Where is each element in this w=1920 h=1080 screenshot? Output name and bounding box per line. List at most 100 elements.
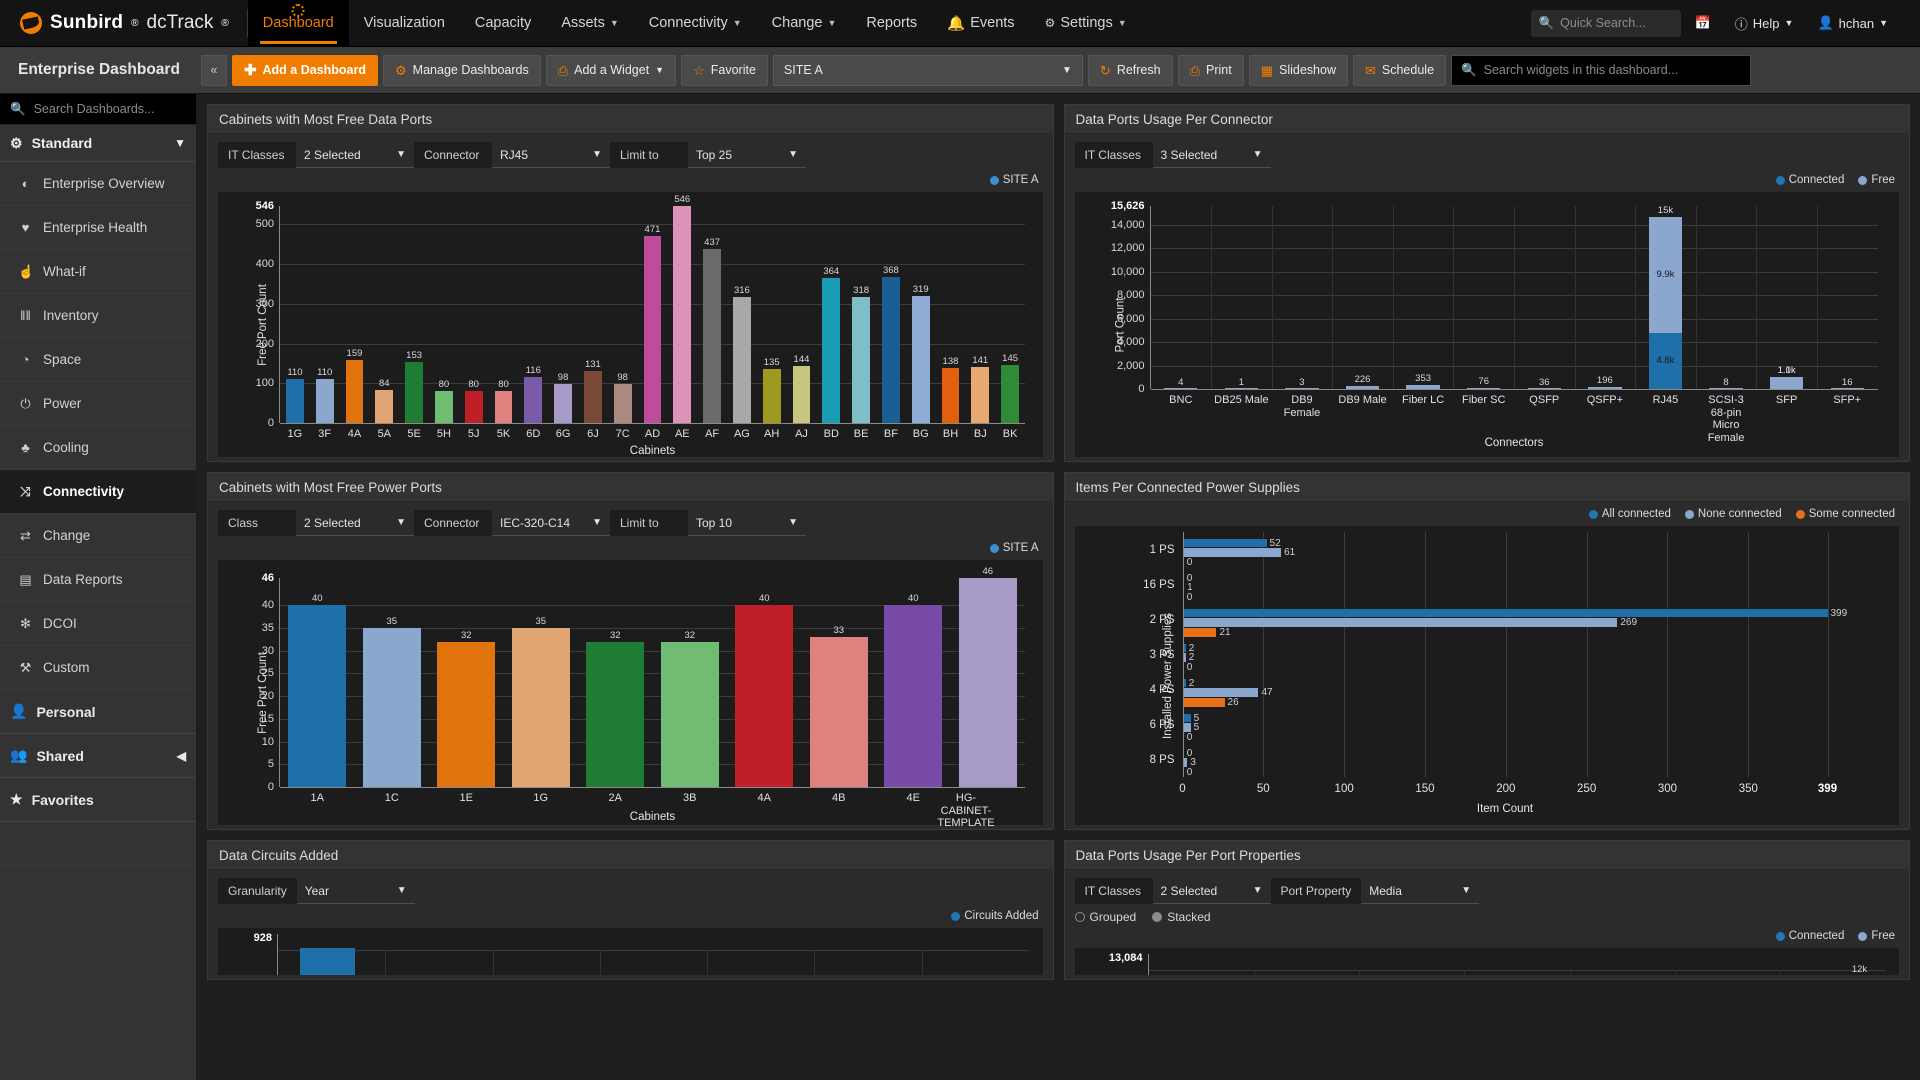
chart-bar[interactable] — [1182, 538, 1267, 547]
chart-bar[interactable] — [1345, 386, 1380, 389]
filter-select[interactable]: IEC-320-C14 ▼ — [492, 510, 610, 536]
chart-bar[interactable] — [911, 296, 930, 423]
chart-bar[interactable] — [1164, 388, 1198, 389]
filter-select[interactable]: 2 Selected ▼ — [296, 510, 414, 536]
chart-bar[interactable] — [1224, 388, 1259, 389]
sidebar-item-favorites[interactable]: ★ Favorites — [0, 778, 196, 822]
chart-bar[interactable] — [762, 369, 781, 423]
chart-bar[interactable] — [732, 297, 751, 423]
brand-logo[interactable]: Sunbird ® dcTrack ® — [0, 12, 247, 34]
filter-select[interactable]: RJ45 ▼ — [492, 142, 610, 168]
sidebar-item-shared[interactable]: 👥 Shared ◀ — [0, 734, 196, 778]
user-menu[interactable]: 👤 hchan ▼ — [1807, 15, 1898, 31]
nav-item-visualization[interactable]: Visualization — [349, 0, 460, 47]
chart-bar[interactable] — [1527, 388, 1561, 389]
quick-search-input[interactable]: 🔍 Quick Search... — [1530, 9, 1681, 37]
chart-bar[interactable] — [1001, 365, 1020, 423]
chart-bar[interactable] — [809, 637, 868, 787]
sidebar-search-input[interactable]: 🔍 Search Dashboards... — [0, 94, 196, 125]
chart-bar[interactable] — [315, 379, 334, 423]
filter-select[interactable]: Top 10 ▼ — [688, 510, 806, 536]
nav-item-capacity[interactable]: Capacity — [460, 0, 546, 47]
slideshow-button[interactable]: ▦ Slideshow — [1248, 54, 1348, 86]
sidebar-item-enterprise-overview[interactable]: ◐ Enterprise Overview — [0, 162, 196, 206]
chart-bar[interactable] — [405, 362, 424, 423]
chart-bar[interactable] — [494, 391, 513, 423]
chart-bar[interactable] — [1182, 618, 1618, 627]
sidebar-item-enterprise-health[interactable]: ♥ Enterprise Health — [0, 206, 196, 250]
filter-select[interactable]: Media ▼ — [1361, 878, 1480, 904]
chart-bar[interactable] — [1830, 388, 1864, 389]
chart-bar[interactable] — [1588, 386, 1622, 389]
add-dashboard-button[interactable]: ✚ Add a Dashboard — [231, 54, 379, 86]
help-menu[interactable]: ⓘ Help ▼ — [1725, 14, 1804, 33]
legend-entry[interactable]: Free — [1858, 930, 1895, 942]
collapse-sidebar-button[interactable]: « — [200, 54, 227, 86]
sidebar-item-dcoi[interactable]: ✻ DCOI — [0, 602, 196, 646]
chart-bar[interactable] — [362, 627, 421, 787]
site-select[interactable]: SITE A ▼ — [772, 54, 1083, 86]
chart-bar[interactable] — [1182, 548, 1282, 557]
chart-bar[interactable] — [1709, 388, 1743, 389]
chart-bar[interactable] — [941, 368, 960, 423]
favorite-button[interactable]: ☆ Favorite — [681, 54, 768, 86]
nav-item-assets[interactable]: Assets ▼ — [546, 0, 633, 47]
sidebar-group-standard[interactable]: ⚙ Standard ▼ — [0, 125, 196, 162]
chart-bar[interactable] — [583, 370, 602, 423]
chart-bar[interactable] — [554, 384, 573, 423]
chart-bar[interactable] — [613, 384, 632, 423]
nav-item-events[interactable]: 🔔 Events — [932, 0, 1029, 47]
chart-bar[interactable] — [822, 278, 841, 423]
chart-bar[interactable] — [735, 605, 794, 787]
chart-bar[interactable] — [1182, 713, 1191, 722]
sidebar-item-space[interactable]: ◔ Space — [0, 338, 196, 382]
legend-entry[interactable]: SITE A — [989, 174, 1039, 186]
sidebar-item-cooling[interactable]: ♣ Cooling — [0, 426, 196, 470]
chart-bar[interactable] — [1182, 628, 1217, 637]
filter-select[interactable]: Top 25 ▼ — [688, 142, 806, 168]
chart-bar[interactable] — [524, 376, 543, 423]
legend-entry[interactable]: SITE A — [989, 542, 1039, 554]
nav-item-dashboard[interactable]: Dashboard — [247, 0, 349, 47]
sidebar-item-inventory[interactable]: ‖‖ Inventory — [0, 294, 196, 338]
chart-bar[interactable] — [1769, 377, 1804, 389]
print-button[interactable]: ⎙ Print — [1177, 54, 1244, 86]
chart-bar[interactable] — [660, 641, 719, 787]
legend-entry[interactable]: None connected — [1684, 508, 1782, 520]
widget-search-input[interactable]: 🔍 Search widgets in this dashboard... — [1451, 54, 1752, 86]
manage-dashboards-button[interactable]: ⚙ Manage Dashboards — [383, 54, 541, 86]
chart-bar[interactable] — [703, 249, 722, 423]
filter-select[interactable]: 3 Selected ▼ — [1152, 142, 1271, 168]
filter-select[interactable]: 2 Selected ▼ — [296, 142, 414, 168]
chart-bar[interactable] — [958, 578, 1017, 787]
filter-select[interactable]: Year ▼ — [296, 878, 415, 904]
sidebar-item-change[interactable]: ⇄ Change — [0, 514, 196, 558]
chart-bar[interactable] — [673, 206, 692, 423]
chart-bar[interactable] — [852, 296, 871, 423]
chart-bar[interactable] — [1182, 698, 1225, 707]
sidebar-item-personal[interactable]: 👤 Personal — [0, 690, 196, 734]
chart-bar[interactable] — [437, 641, 496, 787]
legend-entry[interactable]: Circuits Added — [951, 910, 1039, 922]
nav-item-settings[interactable]: ⚙ Settings ▼ — [1030, 0, 1142, 47]
filter-select[interactable]: 2 Selected ▼ — [1152, 878, 1271, 904]
radio-stacked[interactable]: Stacked — [1152, 910, 1211, 924]
sidebar-item-what-if[interactable]: ☝ What-if — [0, 250, 196, 294]
chart-bar[interactable] — [375, 389, 394, 423]
sidebar-item-connectivity[interactable]: ⤨ Connectivity — [0, 470, 196, 514]
chart-bar[interactable] — [464, 391, 483, 423]
chart-bar[interactable] — [1182, 608, 1828, 617]
chart-bar[interactable] — [643, 235, 662, 423]
chart-bar[interactable] — [792, 365, 811, 423]
chart-bar[interactable] — [345, 359, 364, 423]
legend-entry[interactable]: Connected — [1775, 174, 1844, 186]
refresh-button[interactable]: ↻ Refresh — [1087, 54, 1173, 86]
sidebar-item-power[interactable]: ⏻ Power — [0, 382, 196, 426]
calendar-button[interactable]: 📅 — [1685, 15, 1721, 31]
chart-bar[interactable] — [586, 641, 645, 787]
chart-bar[interactable] — [1406, 384, 1440, 389]
chart-bar[interactable] — [1182, 688, 1259, 697]
sidebar-item-data-reports[interactable]: ▤ Data Reports — [0, 558, 196, 602]
legend-entry[interactable]: Some connected — [1795, 508, 1895, 520]
chart-bar[interactable] — [1467, 388, 1501, 389]
